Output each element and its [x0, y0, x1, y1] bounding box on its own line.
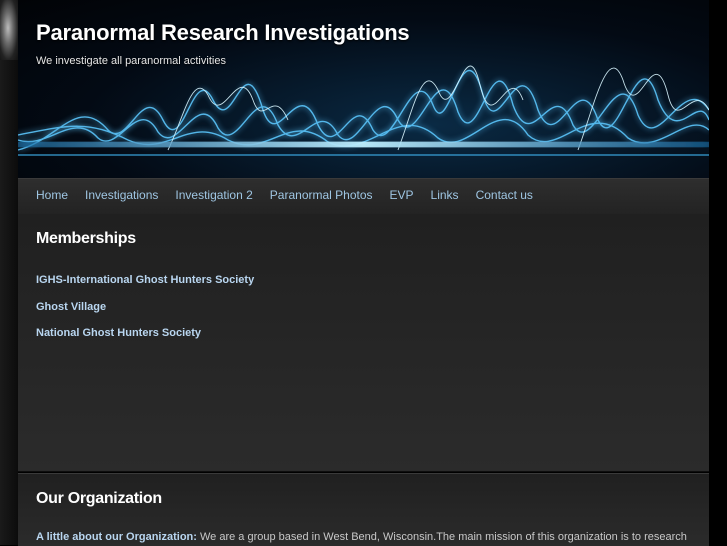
list-item: IGHS-International Ghost Hunters Society — [36, 270, 254, 297]
organization-text: We are a group based in West Bend, Wisco… — [196, 531, 687, 543]
ghost-face-image — [0, 0, 18, 60]
site-tagline: We investigate all paranormal activities — [36, 55, 226, 67]
site-title[interactable]: Paranormal Research Investigations — [36, 20, 410, 46]
memberships-list: IGHS-International Ghost Hunters Society… — [36, 270, 254, 350]
membership-link-ighs[interactable]: IGHS-International Ghost Hunters Society — [36, 274, 254, 286]
nav-item-evp[interactable]: EVP — [390, 179, 414, 212]
membership-link-national-ghost-hunters[interactable]: National Ghost Hunters Society — [36, 327, 201, 339]
nav-item-investigation-2[interactable]: Investigation 2 — [175, 179, 252, 212]
page-background-right — [709, 0, 727, 545]
memberships-panel: Memberships IGHS-International Ghost Hun… — [18, 214, 709, 472]
nav-item-home[interactable]: Home — [36, 179, 68, 212]
main-nav: Home Investigations Investigation 2 Para… — [18, 178, 709, 215]
organization-lead: A little about our Organization: — [36, 531, 197, 543]
nav-item-investigations[interactable]: Investigations — [85, 179, 158, 212]
site-header: Paranormal Research Investigations We in… — [18, 0, 709, 178]
memberships-heading: Memberships — [36, 230, 136, 247]
nav-item-paranormal-photos[interactable]: Paranormal Photos — [270, 179, 373, 212]
page-background-left — [0, 0, 18, 545]
list-item: Ghost Village — [36, 297, 254, 324]
organization-panel: Our Organization A little about our Orga… — [18, 473, 709, 546]
page-wrapper: Paranormal Research Investigations We in… — [18, 0, 709, 546]
nav-item-links[interactable]: Links — [431, 179, 459, 212]
nav-item-contact-us[interactable]: Contact us — [476, 179, 533, 212]
membership-link-ghost-village[interactable]: Ghost Village — [36, 301, 106, 313]
organization-description: A little about our Organization: We are … — [36, 531, 716, 543]
list-item: National Ghost Hunters Society — [36, 323, 254, 350]
organization-heading: Our Organization — [36, 490, 162, 507]
